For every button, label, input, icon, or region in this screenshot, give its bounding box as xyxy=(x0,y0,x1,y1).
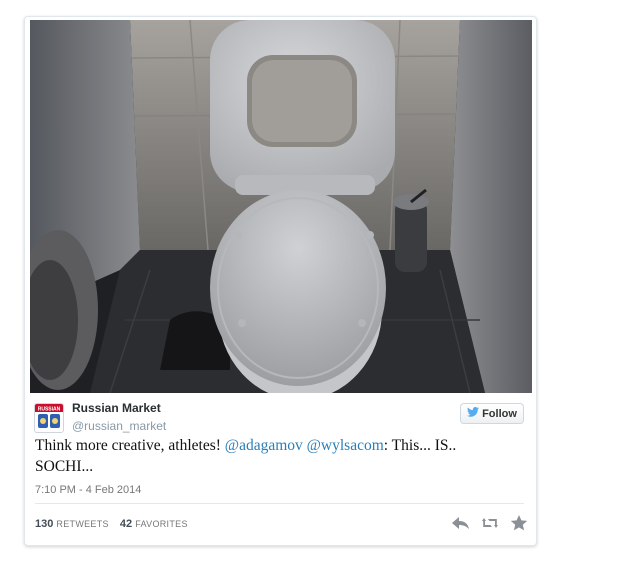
star-icon[interactable] xyxy=(509,514,529,532)
author-avatar[interactable]: RUSSIAN xyxy=(34,403,64,433)
mention-wylsacom[interactable]: @wylsacom xyxy=(307,437,384,454)
author-name[interactable]: Russian Market xyxy=(72,401,161,415)
favorites-count[interactable]: 42 xyxy=(120,518,132,530)
reply-icon[interactable] xyxy=(451,514,471,532)
mention-adagamov[interactable]: @adagamov xyxy=(225,437,303,454)
retweets-count[interactable]: 130 xyxy=(35,518,53,530)
tweet-text-lead: Think more creative, athletes! xyxy=(35,437,225,454)
author-handle[interactable]: @russian_market xyxy=(72,419,166,433)
follow-button[interactable]: Follow xyxy=(460,403,524,424)
tweet-photo[interactable] xyxy=(30,20,532,393)
retweets-label[interactable]: RETWEETS xyxy=(56,519,108,529)
tweet-text: Think more creative, athletes! @adagamov… xyxy=(35,435,515,477)
embedded-tweet-card: RUSSIAN Russian Market @russian_market F… xyxy=(24,16,537,546)
avatar-logo-text: RUSSIAN xyxy=(38,407,61,413)
tweet-actions xyxy=(451,514,529,532)
twitter-bird-icon xyxy=(467,407,480,420)
tweet-stats: 130 RETWEETS 42 FAVORITES xyxy=(35,518,196,530)
retweet-icon[interactable] xyxy=(480,514,500,532)
divider xyxy=(35,503,524,504)
follow-label: Follow xyxy=(482,407,517,420)
tweet-timestamp[interactable]: 7:10 PM - 4 Feb 2014 xyxy=(35,484,141,496)
favorites-label[interactable]: FAVORITES xyxy=(135,519,188,529)
